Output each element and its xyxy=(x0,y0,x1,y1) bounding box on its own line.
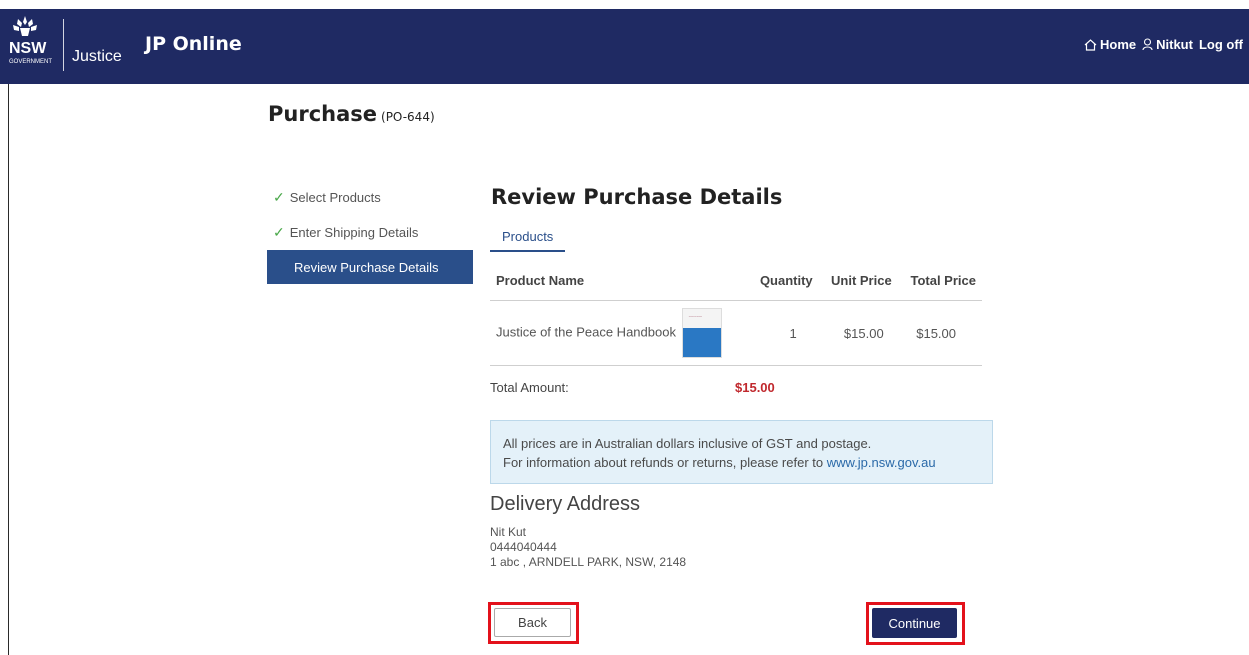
step-label: Review Purchase Details xyxy=(294,259,439,275)
col-unit-price: Unit Price xyxy=(818,260,898,301)
info-line-1: All prices are in Australian dollars inc… xyxy=(503,436,872,451)
unit-price-cell: $15.00 xyxy=(818,300,898,366)
col-quantity: Quantity xyxy=(748,260,819,301)
page-title-text: Purchase xyxy=(268,102,378,126)
check-icon: ✓ xyxy=(273,224,285,240)
nav-user-label: Nitkut xyxy=(1156,37,1193,52)
total-price-cell: $15.00 xyxy=(897,300,982,366)
nav-user[interactable]: Nitkut xyxy=(1142,37,1193,52)
jp-website-link[interactable]: www.jp.nsw.gov.au xyxy=(827,455,936,470)
step-select-products[interactable]: ✓ Select Products xyxy=(267,180,473,215)
justice-wordmark: Justice xyxy=(72,48,122,65)
product-name: Justice of the Peace Handbook xyxy=(496,324,676,340)
products-table: Product Name Quantity Unit Price Total P… xyxy=(490,260,982,366)
step-label: Select Products xyxy=(289,190,381,205)
total-amount-row: Total Amount: $15.00 xyxy=(490,372,982,402)
recipient-name: Nit Kut xyxy=(490,525,527,539)
logo-divider xyxy=(63,19,64,71)
recipient-phone: 0444040444 xyxy=(490,540,557,554)
total-amount-label: Total Amount: xyxy=(490,380,569,395)
government-wordmark: GOVERNMENT xyxy=(9,59,53,65)
quantity-cell: 1 xyxy=(748,300,819,366)
recipient-address: 1 abc , ARNDELL PARK, NSW, 2148 xyxy=(490,555,687,569)
back-button[interactable]: Back xyxy=(494,608,571,637)
frame-border xyxy=(8,84,9,655)
nav-home[interactable]: Home xyxy=(1084,37,1136,52)
home-icon xyxy=(1084,38,1097,51)
back-button-highlight: Back xyxy=(488,602,579,644)
top-header: NSW GOVERNMENT Justice JP Online Home Ni… xyxy=(0,9,1249,84)
product-thumbnail: ~~~~~ xyxy=(681,308,722,358)
delivery-address: Nit Kut 0444040444 1 abc , ARNDELL PARK,… xyxy=(490,525,686,570)
nsw-wordmark: NSW xyxy=(9,40,47,57)
user-icon xyxy=(1142,38,1153,51)
nav-logoff[interactable]: Log off xyxy=(1199,37,1243,52)
nav-logoff-label: Log off xyxy=(1198,37,1243,52)
tab-products[interactable]: Products xyxy=(490,222,566,252)
progress-steps: ✓ Select Products ✓ Enter Shipping Detai… xyxy=(267,180,473,284)
nsw-government-logo[interactable]: NSW GOVERNMENT xyxy=(6,12,66,72)
product-name-cell: Justice of the Peace Handbook ~~~~~ xyxy=(490,300,749,366)
continue-button-highlight: Continue xyxy=(866,602,965,645)
table-row: Justice of the Peace Handbook ~~~~~ 1 $1… xyxy=(490,300,982,366)
col-product-name: Product Name xyxy=(490,260,749,301)
step-review-purchase[interactable]: Review Purchase Details xyxy=(267,250,473,284)
info-line-2-text: For information about refunds or returns… xyxy=(503,455,827,470)
tab-bar: Products xyxy=(490,222,566,252)
waratah-icon xyxy=(13,16,37,36)
info-line-2: For information about refunds or returns… xyxy=(503,455,936,470)
step-enter-shipping[interactable]: ✓ Enter Shipping Details xyxy=(267,215,473,250)
table-header-row: Product Name Quantity Unit Price Total P… xyxy=(490,260,982,301)
section-title: Review Purchase Details xyxy=(491,185,783,209)
delivery-address-title: Delivery Address xyxy=(490,493,641,515)
pricing-info-box: All prices are in Australian dollars inc… xyxy=(490,420,993,484)
top-nav: Home Nitkut Log off xyxy=(1084,37,1243,52)
col-total-price: Total Price xyxy=(897,260,982,301)
total-amount-value: $15.00 xyxy=(735,380,775,395)
check-icon: ✓ xyxy=(273,189,285,205)
app-title[interactable]: JP Online xyxy=(145,33,242,55)
nav-home-label: Home xyxy=(1099,37,1137,52)
page-title: Purchase (PO-644) xyxy=(268,102,435,126)
order-id: (PO-644) xyxy=(381,110,435,124)
continue-button[interactable]: Continue xyxy=(872,608,957,638)
step-label: Enter Shipping Details xyxy=(289,225,419,240)
